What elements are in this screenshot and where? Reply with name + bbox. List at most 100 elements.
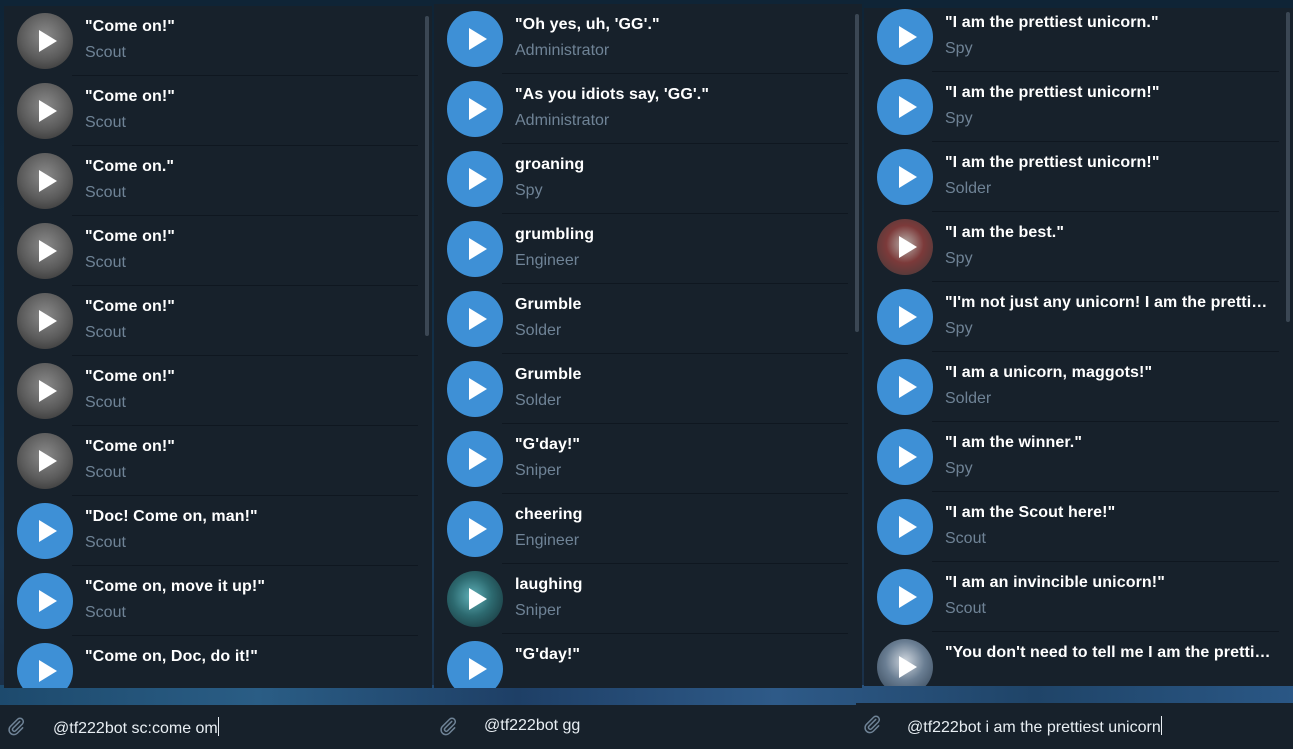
text-caret [217,717,219,736]
result-item[interactable]: Grumble Solder [434,354,848,424]
paperclip-icon[interactable] [862,712,882,736]
result-title: "As you idiots say, 'GG'." [515,86,710,103]
result-item[interactable]: "I am a unicorn, maggots!" Solder [864,352,1279,422]
play-icon[interactable] [468,28,487,50]
result-title: "I am the prettiest unicorn!" [945,84,1160,101]
play-icon[interactable] [468,308,487,330]
message-input[interactable]: @tf222bot gg [484,717,580,735]
result-item[interactable]: "I am the Scout here!" Scout [864,492,1279,562]
result-item[interactable]: "G'day!" Sniper [434,424,848,494]
result-title: Grumble [515,366,582,383]
play-icon[interactable] [38,660,57,682]
result-title: "I'm not just any unicorn! I am the pret… [945,294,1273,311]
play-icon[interactable] [898,96,917,118]
result-item[interactable]: "I am the prettiest unicorn!" Solder [864,142,1279,212]
result-title: "I am the Scout here!" [945,504,1116,521]
result-item[interactable]: "Come on!" Scout [4,76,418,146]
audio-thumbnail [17,83,73,139]
audio-thumbnail [877,79,933,135]
result-item[interactable]: "Come on, Doc, do it!" [4,636,418,688]
play-icon[interactable] [38,240,57,262]
audio-thumbnail [447,151,503,207]
play-icon[interactable] [898,656,917,678]
result-subtitle: Spy [945,320,973,337]
play-icon[interactable] [898,166,917,188]
play-icon[interactable] [468,98,487,120]
result-item[interactable]: "Oh yes, uh, 'GG'." Administrator [434,4,848,74]
play-icon[interactable] [898,236,917,258]
result-title: "I am the prettiest unicorn!" [945,154,1160,171]
play-icon[interactable] [38,520,57,542]
result-item[interactable]: "I am the prettiest unicorn!" Spy [864,72,1279,142]
result-item[interactable]: "Come on!" Scout [4,286,418,356]
result-item[interactable]: "I am the prettiest unicorn." Spy [864,8,1279,72]
message-input[interactable]: @tf222bot i am the prettiest unicorn [907,716,1162,737]
audio-thumbnail [447,501,503,557]
play-icon[interactable] [38,450,57,472]
result-title: "Come on!" [85,228,175,245]
result-title: "G'day!" [515,436,581,453]
play-icon[interactable] [468,238,487,260]
result-subtitle: Scout [85,394,126,411]
result-item[interactable]: "Come on!" Scout [4,356,418,426]
play-icon[interactable] [38,590,57,612]
audio-thumbnail [447,571,503,627]
scrollbar-thumb[interactable] [855,14,859,332]
result-item[interactable]: "Come on, move it up!" Scout [4,566,418,636]
result-item[interactable]: groaning Spy [434,144,848,214]
scrollbar-thumb[interactable] [425,16,429,336]
play-icon[interactable] [468,168,487,190]
result-item[interactable]: "Come on." Scout [4,146,418,216]
play-icon[interactable] [468,588,487,610]
result-item[interactable]: "I am the winner." Spy [864,422,1279,492]
result-item[interactable]: "Come on!" Scout [4,6,418,76]
result-item[interactable]: "I am an invincible unicorn!" Scout [864,562,1279,632]
result-item[interactable]: cheering Engineer [434,494,848,564]
play-icon[interactable] [898,446,917,468]
result-item[interactable]: "Come on!" Scout [4,426,418,496]
result-item[interactable]: "Come on!" Scout [4,216,418,286]
paperclip-icon[interactable] [438,714,458,738]
play-icon[interactable] [38,310,57,332]
result-title: "Come on." [85,158,175,175]
audio-thumbnail [877,9,933,65]
result-subtitle: Solder [945,180,992,197]
play-icon[interactable] [898,376,917,398]
result-title: "I am an invincible unicorn!" [945,574,1165,591]
result-title: Grumble [515,296,582,313]
audio-thumbnail [17,293,73,349]
play-icon[interactable] [468,378,487,400]
play-icon[interactable] [898,586,917,608]
result-item[interactable]: "G'day!" [434,634,848,688]
play-icon[interactable] [38,380,57,402]
result-subtitle: Scout [85,44,126,61]
play-icon[interactable] [38,30,57,52]
play-icon[interactable] [898,516,917,538]
paperclip-icon[interactable] [6,714,26,738]
result-item[interactable]: "I'm not just any unicorn! I am the pret… [864,282,1279,352]
result-subtitle: Scout [945,530,986,547]
message-input[interactable]: @tf222bot sc:come om [53,717,219,738]
result-item[interactable]: Grumble Solder [434,284,848,354]
result-item[interactable]: "You don't need to tell me I am the pret… [864,632,1279,686]
result-item[interactable]: laughing Sniper [434,564,848,634]
results-list: "I am the prettiest unicorn." Spy "I am … [864,8,1279,686]
play-icon[interactable] [898,26,917,48]
play-icon[interactable] [468,658,487,680]
results-list: "Oh yes, uh, 'GG'." Administrator "As yo… [434,4,848,688]
audio-thumbnail [447,221,503,277]
result-subtitle: Scout [945,600,986,617]
scrollbar-thumb[interactable] [1286,12,1290,322]
result-subtitle: Solder [515,322,562,339]
play-icon[interactable] [898,306,917,328]
audio-thumbnail [447,291,503,347]
result-item[interactable]: "Doc! Come on, man!" Scout [4,496,418,566]
result-item[interactable]: "I am the best." Spy [864,212,1279,282]
result-item[interactable]: grumbling Engineer [434,214,848,284]
play-icon[interactable] [38,170,57,192]
audio-thumbnail [17,153,73,209]
play-icon[interactable] [38,100,57,122]
play-icon[interactable] [468,518,487,540]
result-item[interactable]: "As you idiots say, 'GG'." Administrator [434,74,848,144]
play-icon[interactable] [468,448,487,470]
